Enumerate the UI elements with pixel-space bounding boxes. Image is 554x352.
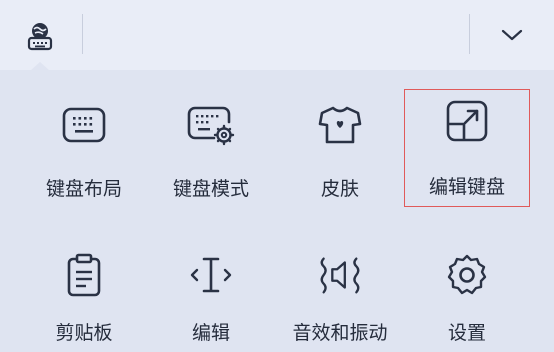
sound-vibration-icon xyxy=(315,250,365,300)
menu-item-settings[interactable]: 设置 xyxy=(407,70,527,344)
toolbar-divider xyxy=(82,14,83,54)
clipboard-icon xyxy=(59,250,109,300)
menu-item-label: 音效和振动 xyxy=(292,322,388,344)
toolbar-divider xyxy=(469,14,470,54)
gear-icon xyxy=(442,250,492,300)
menu-item-clipboard[interactable]: 剪贴板 xyxy=(24,70,144,344)
globe-keyboard-icon[interactable] xyxy=(20,16,60,56)
menu-item-edit[interactable]: 编辑 xyxy=(151,70,271,344)
menu-item-label: 设置 xyxy=(447,322,486,344)
menu-item-label: 编辑 xyxy=(191,322,230,344)
keyboard-toolbar xyxy=(0,0,554,71)
menu-item-sound-vibration[interactable]: 音效和振动 xyxy=(280,70,400,344)
chevron-down-icon[interactable] xyxy=(497,22,527,48)
menu-item-label: 剪贴板 xyxy=(55,322,113,344)
text-cursor-icon xyxy=(186,250,236,300)
